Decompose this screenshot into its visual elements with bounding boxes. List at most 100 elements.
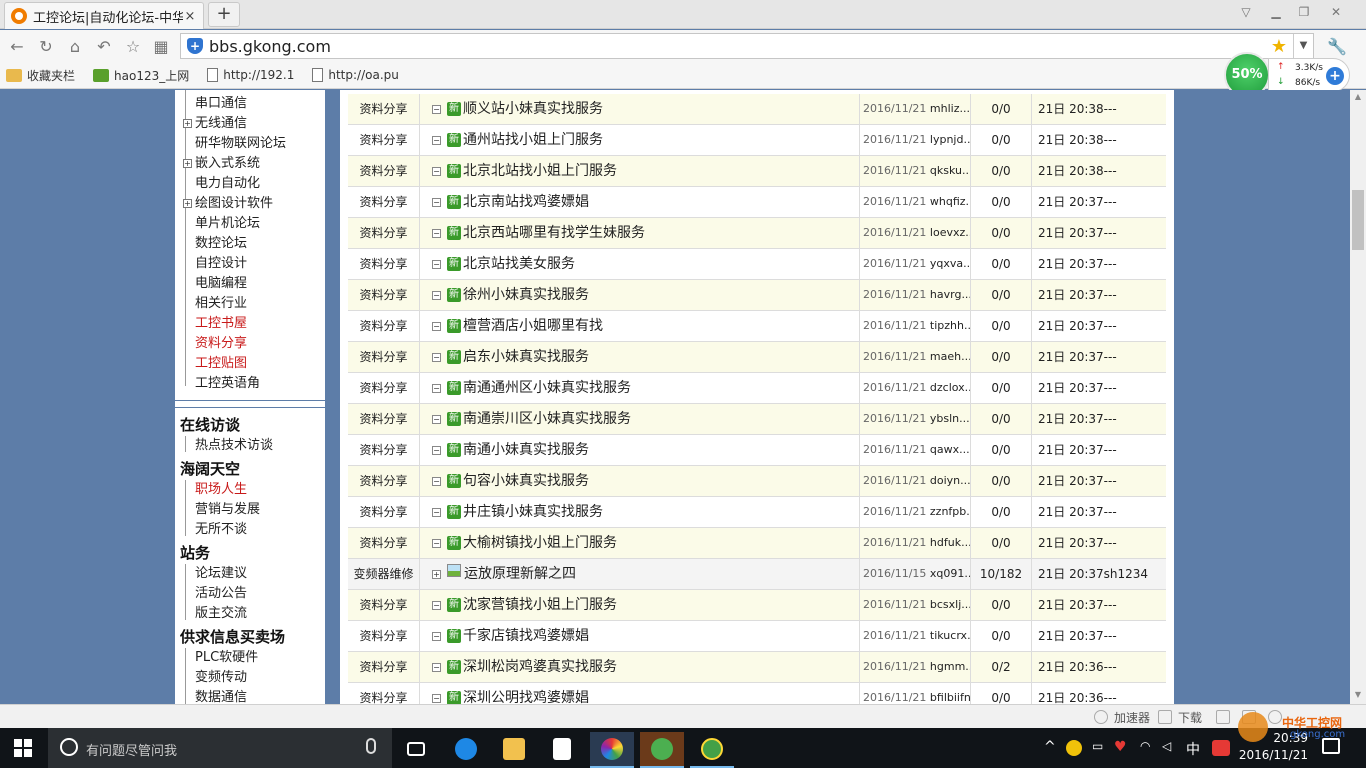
thread-category[interactable]: 资料分享 xyxy=(348,187,420,217)
last-reply-time[interactable]: 21日 20:37 xyxy=(1038,350,1104,364)
tray-expand-icon[interactable]: ^ xyxy=(1044,739,1056,755)
thread-row[interactable]: 资料分享 − 新南通崇川区小妹真实找服务 2016/11/21 ybsln... 0/0… xyxy=(348,404,1166,435)
author-name[interactable]: hdfuk... xyxy=(930,536,970,549)
last-reply-time[interactable]: 21日 20:37 xyxy=(1038,226,1104,240)
thread-row[interactable]: 资料分享−新千家店镇找鸡婆嫖娼2016/11/21 tikucrx...0/02… xyxy=(348,621,1166,652)
thread-title-link[interactable]: 深圳公明找鸡婆嫖娼 xyxy=(463,690,589,704)
thread-title-cell[interactable]: − 新北京北站找小姐上门服务 xyxy=(420,156,860,186)
thread-title-cell[interactable]: − 新启东小妹真实找服务 xyxy=(420,342,860,372)
thread-category[interactable]: 资料分享 xyxy=(348,621,420,651)
last-reply-user[interactable]: --- xyxy=(1104,629,1117,643)
author-name[interactable]: tikucrx... xyxy=(930,629,970,642)
last-reply-time[interactable]: 21日 20:36 xyxy=(1038,660,1104,674)
sidebar-section-title[interactable]: 在线访谈 xyxy=(180,414,240,435)
author-name[interactable]: xq091... xyxy=(930,567,970,580)
apps-grid-icon[interactable]: ▦ xyxy=(150,36,172,58)
author-name[interactable]: doiyn... xyxy=(930,474,970,487)
favorites-icon[interactable]: ☆ xyxy=(122,36,144,58)
sidebar-forum-item[interactable]: 自控设计 xyxy=(195,254,247,274)
security-guard-icon[interactable] xyxy=(690,732,734,768)
thread-category[interactable]: 资料分享 xyxy=(348,652,420,682)
thread-category[interactable]: 资料分享 xyxy=(348,280,420,310)
volume-icon[interactable]: ◁ xyxy=(1162,739,1171,753)
sidebar-forum-item[interactable]: PLC软硬件 xyxy=(195,648,258,668)
speed-boost-icon[interactable]: + xyxy=(1326,67,1344,85)
download-label[interactable]: 下载 xyxy=(1178,709,1202,726)
last-reply-time[interactable]: 21日 20:37 xyxy=(1038,381,1104,395)
last-reply-user[interactable]: --- xyxy=(1104,102,1117,116)
thread-category[interactable]: 资料分享 xyxy=(348,156,420,186)
thread-title-cell[interactable]: − 新深圳松岗鸡婆真实找服务 xyxy=(420,652,860,682)
thread-row[interactable]: 资料分享−新北京西站哪里有找学生妹服务2016/11/21 loevxz...0… xyxy=(348,218,1166,249)
thread-row[interactable]: 资料分享−新深圳公明找鸡婆嫖娼2016/11/21 bfilbiifn...0/… xyxy=(348,683,1166,704)
last-reply-time[interactable]: 21日 20:36 xyxy=(1038,691,1104,704)
address-bar[interactable]: + bbs.gkong.com ★ ▼ xyxy=(180,33,1314,59)
thread-title-link[interactable]: 井庄镇小妹真实找服务 xyxy=(463,504,603,520)
last-reply-time[interactable]: 21日 20:38 xyxy=(1038,102,1104,116)
collapse-minus-icon[interactable]: − xyxy=(432,383,441,393)
collapse-minus-icon[interactable]: − xyxy=(432,197,441,207)
author-name[interactable]: lypnjd... xyxy=(930,133,970,146)
microphone-icon[interactable] xyxy=(366,738,376,754)
thread-title-link[interactable]: 句容小妹真实找服务 xyxy=(463,473,589,489)
collapse-minus-icon[interactable]: − xyxy=(432,693,441,703)
thread-title-link[interactable]: 徐州小妹真实找服务 xyxy=(463,287,589,303)
thread-category[interactable]: 资料分享 xyxy=(348,466,420,496)
sidebar-section-title[interactable]: 站务 xyxy=(180,542,210,563)
last-reply-user[interactable]: --- xyxy=(1104,164,1117,178)
collapse-minus-icon[interactable]: − xyxy=(432,600,441,610)
sidebar-forum-item[interactable]: 无所不谈 xyxy=(195,520,247,540)
expand-plus-icon[interactable]: + xyxy=(183,199,192,208)
sidebar-forum-item[interactable]: 热点技术访谈 xyxy=(195,436,273,456)
thread-row[interactable]: 资料分享 − 新北京北站找小姐上门服务 2016/11/21 qksku... 0/0 2… xyxy=(348,156,1166,187)
thread-title-cell[interactable]: − 新南通通州区小妹真实找服务 xyxy=(420,373,860,403)
thread-title-link[interactable]: 南通小妹真实找服务 xyxy=(463,442,589,458)
thread-category[interactable]: 资料分享 xyxy=(348,125,420,155)
author-name[interactable]: whqfiz... xyxy=(930,195,970,208)
file-explorer-icon[interactable] xyxy=(492,732,536,768)
sidebar-forum-item[interactable]: 单片机论坛 xyxy=(195,214,260,234)
thread-title-cell[interactable]: − 新檀营酒店小姐哪里有找 xyxy=(420,311,860,341)
browser-taskbar-icon[interactable] xyxy=(590,732,634,768)
thread-title-link[interactable]: 运放原理新解之四 xyxy=(464,566,576,582)
author-name[interactable]: qksku... xyxy=(930,164,970,177)
sidebar-forum-item[interactable]: 工控英语角 xyxy=(195,374,260,394)
thread-title-cell[interactable]: − 新北京南站找鸡婆嫖娼 xyxy=(420,187,860,217)
last-reply-user[interactable]: --- xyxy=(1104,412,1117,426)
thread-title-cell[interactable]: − 新大榆树镇找小姐上门服务 xyxy=(420,528,860,558)
author-name[interactable]: ybsln... xyxy=(930,412,970,425)
last-reply-user[interactable]: --- xyxy=(1104,226,1117,240)
last-reply-user[interactable]: --- xyxy=(1104,474,1117,488)
sidebar-section-title[interactable]: 海阔天空 xyxy=(180,458,240,479)
thread-row[interactable]: 资料分享 − 新檀营酒店小姐哪里有找 2016/11/21 tipzhh... 0/0 2… xyxy=(348,311,1166,342)
thread-category[interactable]: 资料分享 xyxy=(348,590,420,620)
thread-title-link[interactable]: 深圳松岗鸡婆真实找服务 xyxy=(463,659,617,675)
sidebar-forum-item[interactable]: 电脑编程 xyxy=(195,274,247,294)
collapse-minus-icon[interactable]: − xyxy=(432,631,441,641)
thread-row[interactable]: 资料分享 − 新南通小妹真实找服务 2016/11/21 qawx... 0/0 21日 … xyxy=(348,435,1166,466)
sidebar-forum-item[interactable]: 变频传动 xyxy=(195,668,247,688)
sidebar-forum-item[interactable]: 活动公告 xyxy=(195,584,247,604)
thread-category[interactable]: 资料分享 xyxy=(348,435,420,465)
last-reply-user[interactable]: --- xyxy=(1104,505,1117,519)
thread-title-link[interactable]: 通州站找小姐上门服务 xyxy=(463,132,603,148)
author-name[interactable]: bcsxlj... xyxy=(930,598,970,611)
sidebar-forum-item[interactable]: 数控论坛 xyxy=(195,234,247,254)
sidebar-forum-item[interactable]: + 嵌入式系统 xyxy=(183,154,260,174)
sidebar-forum-item[interactable]: + 绘图设计软件 xyxy=(183,194,273,214)
thread-category[interactable]: 资料分享 xyxy=(348,249,420,279)
scroll-thumb[interactable] xyxy=(1352,190,1364,250)
last-reply-user[interactable]: --- xyxy=(1104,319,1117,333)
wifi-icon[interactable]: ◠ xyxy=(1140,739,1150,753)
thread-title-cell[interactable]: − 新沈家营镇找小姐上门服务 xyxy=(420,590,860,620)
thread-title-link[interactable]: 檀营酒店小姐哪里有找 xyxy=(463,318,603,334)
sidebar-forum-item[interactable]: 职场人生 xyxy=(195,480,247,500)
sidebar-forum-item[interactable]: 相关行业 xyxy=(195,294,247,314)
thread-category[interactable]: 资料分享 xyxy=(348,404,420,434)
last-reply-time[interactable]: 21日 20:37 xyxy=(1038,443,1104,457)
last-reply-user[interactable]: sh1234 xyxy=(1104,567,1148,581)
sidebar-forum-item[interactable]: 工控贴图 xyxy=(195,354,247,374)
accelerator-label[interactable]: 加速器 xyxy=(1114,709,1150,726)
bookmark-hao123[interactable]: hao123_上网 xyxy=(93,67,189,84)
last-reply-user[interactable]: --- xyxy=(1104,598,1117,612)
